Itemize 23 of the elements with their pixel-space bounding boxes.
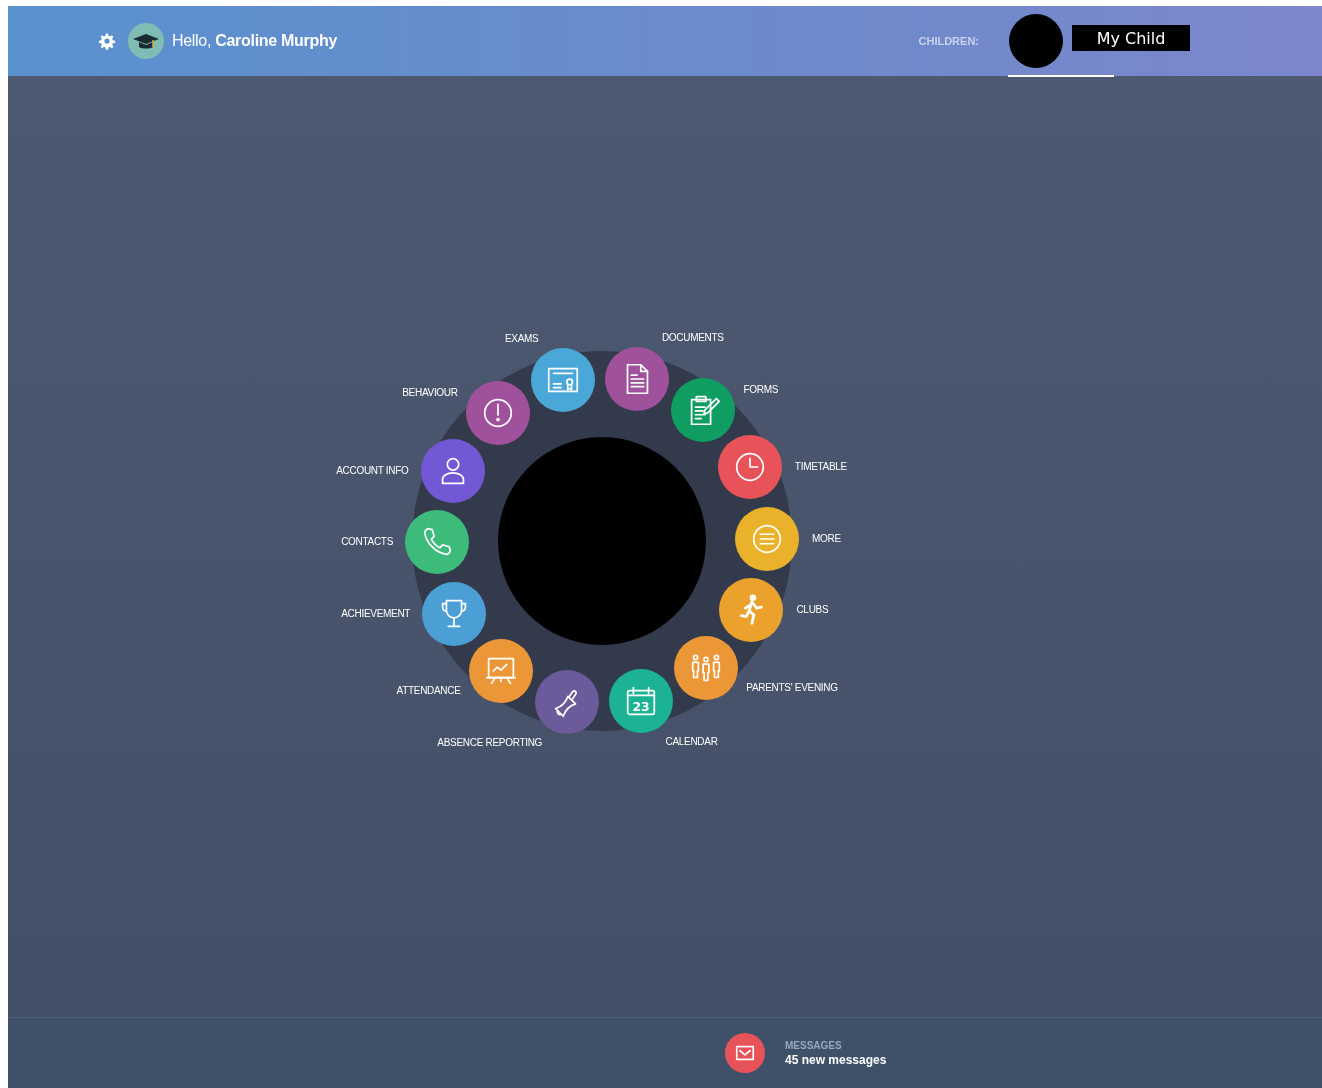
- messages-button[interactable]: [725, 1033, 765, 1073]
- menu-label: FORMS: [743, 383, 779, 398]
- menu-label: BEHAVIOUR: [402, 385, 458, 400]
- menu-label: ACHIEVEMENT: [341, 606, 411, 621]
- greeting-text: Hello, Caroline Murphy: [172, 32, 337, 50]
- menu-label: CONTACTS: [341, 535, 393, 550]
- menu-label: CLUBS: [796, 603, 829, 618]
- menu-label: DOCUMENTS: [661, 331, 724, 346]
- settings-icon[interactable]: [98, 32, 116, 50]
- menu-label: MORE: [812, 531, 841, 546]
- messages-count[interactable]: 45 new messages: [785, 1052, 887, 1067]
- menu-label: PARENTS' EVENING: [746, 681, 838, 696]
- graduation-cap-avatar: [128, 23, 164, 59]
- menu-label: EXAMS: [504, 332, 539, 347]
- child-avatar[interactable]: [1009, 14, 1063, 68]
- messages-title: MESSAGES: [785, 1039, 843, 1051]
- menu-label: ACCOUNT INFO: [336, 463, 409, 478]
- children-label: CHILDREN:: [918, 35, 979, 47]
- menu-label: ABSENCE REPORTING: [437, 735, 543, 750]
- child-name[interactable]: My Child: [1072, 25, 1190, 51]
- menu-label: TIMETABLE: [794, 460, 847, 475]
- menu-label: ATTENDANCE: [396, 683, 461, 698]
- menu-label: CALENDAR: [665, 734, 718, 749]
